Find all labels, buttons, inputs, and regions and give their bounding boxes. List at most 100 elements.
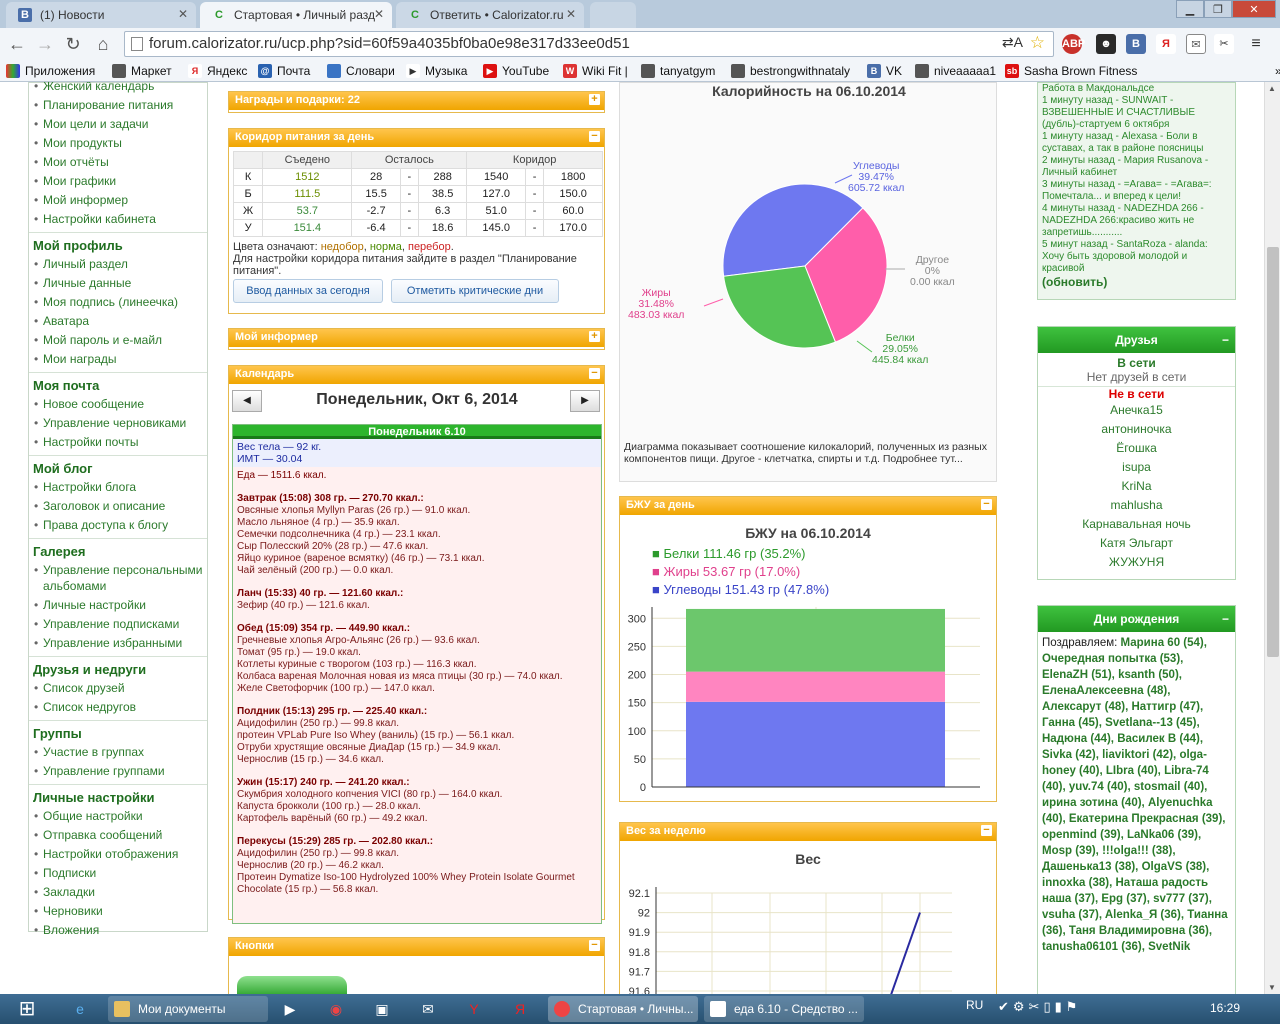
expand-icon[interactable]: + — [589, 94, 600, 105]
nav-send-messages[interactable]: Отправка сообщений — [29, 826, 207, 845]
taskbar-snipping[interactable]: еда 6.10 - Средство ... — [704, 996, 864, 1022]
meal-item[interactable]: Ацидофилин (250 гр.) — 99.8 ккал. — [233, 848, 601, 860]
bookmark-bestrongwithnataly[interactable]: bestrongwithnataly — [731, 62, 850, 80]
nav-favorites-manage[interactable]: Управление избранными — [29, 634, 207, 653]
birthday-user[interactable]: Марина 60 (54), — [1121, 637, 1207, 649]
friend-link[interactable]: ЖУЖУНЯ — [1038, 553, 1235, 572]
scroll-thumb[interactable] — [1267, 247, 1279, 657]
birthday-user[interactable]: vsuha (37), — [1042, 909, 1105, 921]
nav-personal-data[interactable]: Личные данные — [29, 274, 207, 293]
birthday-user[interactable]: Таня Владимировна (36), — [1069, 925, 1212, 937]
meal-header[interactable]: Ланч (15:33) 40 гр. — 121.60 ккал.: — [233, 588, 601, 600]
meal-header[interactable]: Полдник (15:13) 295 гр. — 225.40 ккал.: — [233, 706, 601, 718]
birthday-user[interactable]: LIbra (40), — [1106, 765, 1164, 777]
birthday-user[interactable]: Дашенька13 (38), — [1042, 861, 1142, 873]
nav-albums[interactable]: Управление персональными альбомами — [29, 561, 207, 596]
meal-item[interactable]: Протеин Dymatize Iso-100 Hydrolyzed 100%… — [233, 872, 601, 896]
yandex-icon[interactable]: Я — [1156, 34, 1176, 54]
meal-item[interactable]: протеин VPLab Pure Iso Whey (ваниль) (15… — [233, 730, 601, 742]
birthday-user[interactable]: tanusha06101 (36), — [1042, 941, 1148, 953]
extension-icon[interactable]: ☻ — [1096, 34, 1116, 54]
taskbar-chrome[interactable]: Стартовая • Личны... — [548, 996, 698, 1022]
tray-icons[interactable]: ✔⚙✂▯▮⚑ — [998, 999, 1081, 1015]
nav-blog-settings[interactable]: Настройки блога — [29, 478, 207, 497]
nav-avatar[interactable]: Аватара — [29, 312, 207, 331]
activity-item[interactable]: 1 минуту назад - SUNWAIT - ВЗВЕШЕННЫЕ И … — [1042, 95, 1231, 131]
nav-blog-title[interactable]: Заголовок и описание — [29, 497, 207, 516]
nav-my-goals[interactable]: Мои цели и задачи — [29, 115, 207, 134]
start-button[interactable]: ⊞ — [4, 996, 50, 1022]
menu-icon[interactable]: ≡ — [1246, 34, 1266, 54]
nav-blog-access[interactable]: Права доступа к блогу — [29, 516, 207, 535]
ie-icon[interactable]: e — [60, 996, 100, 1022]
nav-new-message[interactable]: Новое сообщение — [29, 395, 207, 414]
friend-link[interactable]: Катя Эльгарт — [1038, 534, 1235, 553]
meal-item[interactable]: Зефир (40 гр.) — 121.6 ккал. — [233, 600, 601, 612]
birthday-user[interactable]: Epg (37), — [1101, 893, 1153, 905]
media-icon[interactable]: ▶ — [270, 996, 310, 1022]
birthday-user[interactable]: Sivka (42), — [1042, 749, 1102, 761]
bookmark-niveaaaaa1[interactable]: niveaaaaa1 — [915, 62, 996, 80]
meal-header[interactable]: Перекусы (15:29) 285 гр. — 202.80 ккал.: — [233, 836, 601, 848]
bookmark-apps[interactable]: Приложения — [6, 62, 95, 80]
vertical-scrollbar[interactable]: ▲ ▼ — [1264, 82, 1280, 994]
meal-item[interactable]: Отруби хрустящие овсяные ДиаДар (15 гр.)… — [233, 742, 601, 754]
meal-item[interactable]: Чернослив (15 гр.) — 34.6 ккал. — [233, 754, 601, 766]
close-tab-icon[interactable]: ✕ — [374, 7, 384, 21]
tab-reply-calorizator[interactable]: C Ответить • Calorizator.ru ✕ — [396, 2, 584, 28]
birthday-user[interactable]: Надюна (44), — [1042, 733, 1117, 745]
birthday-user[interactable]: ЕленаАлексеевна (48), — [1042, 685, 1170, 697]
taskbar-docs[interactable]: Мои документы — [108, 996, 268, 1022]
meal-item[interactable]: Колбаса вареная Молочная новая из мяса п… — [233, 671, 601, 683]
meal-item[interactable]: Сыр Полесский 20% (28 гр.) — 47.6 ккал. — [233, 541, 601, 553]
bookmark-youtube[interactable]: ▶ YouTube — [483, 62, 549, 80]
back-icon[interactable]: ← — [6, 33, 28, 55]
nav-mail-settings[interactable]: Настройки почты — [29, 433, 207, 452]
weight-info[interactable]: Вес тела — 92 кг. ИМТ — 30.04 — [233, 439, 601, 467]
tab-active-calorizator[interactable]: C Стартовая • Личный разд ✕ — [200, 2, 392, 28]
meal-item[interactable]: Гречневые хлопья Агро-Альянс (26 гр.) — … — [233, 635, 601, 647]
bookmark-vk[interactable]: B VK — [867, 62, 902, 80]
nav-foes-list[interactable]: Список недругов — [29, 698, 207, 717]
chrome-icon[interactable]: ◉ — [316, 996, 356, 1022]
nav-attachments[interactable]: Вложения — [29, 921, 207, 940]
expand-icon[interactable]: + — [589, 331, 600, 342]
birthday-user[interactable]: Василек В (44), — [1117, 733, 1203, 745]
activity-item[interactable]: 4 минуты назад - NADEZHDA 266 - NADEZHDA… — [1042, 203, 1231, 239]
meal-item[interactable]: Масло льняное (4 гр.) — 35.9 ккал. — [233, 517, 601, 529]
next-day-button[interactable]: ▶ — [570, 390, 600, 412]
scroll-up-icon[interactable]: ▲ — [1268, 84, 1276, 93]
bookmark-music[interactable]: ▶ Музыка — [406, 62, 467, 80]
meal-item[interactable]: Котлеты куриные с творогом (103 гр.) — 1… — [233, 659, 601, 671]
activity-item[interactable]: 3 минуты назад - =Агава= - =Агава=: Поме… — [1042, 179, 1231, 203]
food-total[interactable]: Еда — 1511.6 ккал. — [233, 470, 601, 482]
scroll-down-icon[interactable]: ▼ — [1268, 983, 1276, 992]
friend-link[interactable]: Карнавальная ночь — [1038, 515, 1235, 534]
pie-note[interactable]: Диаграмма показывает соотношение килокал… — [624, 441, 994, 465]
birthday-user[interactable]: Наттигр (47), — [1131, 701, 1203, 713]
nav-my-reports[interactable]: Мои отчёты — [29, 153, 207, 172]
nav-my-informer[interactable]: Мой информер — [29, 191, 207, 210]
new-tab-button[interactable] — [590, 2, 636, 28]
collapse-icon[interactable]: − — [981, 825, 992, 836]
bookmark-star-icon[interactable]: ☆ — [1030, 33, 1045, 53]
yandex-browser-icon[interactable]: Я — [500, 996, 540, 1022]
meal-item[interactable]: Картофель варёный (60 гр.) — 49.2 ккал. — [233, 813, 601, 825]
app-icon[interactable]: ▣ — [362, 996, 402, 1022]
collapse-icon[interactable]: − — [589, 940, 600, 951]
collapse-icon[interactable]: − — [1222, 327, 1229, 353]
tab-vk-news[interactable]: B (1) Новости ✕ — [6, 2, 196, 28]
bookmark-sashabrown[interactable]: sb Sasha Brown Fitness — [1005, 62, 1137, 80]
meal-item[interactable]: Чай зелёный (200 гр.) — 0.0 ккал. — [233, 565, 601, 577]
bookmarks-more-icon[interactable]: » — [1256, 62, 1280, 80]
close-window-button[interactable]: ✕ — [1232, 0, 1276, 18]
activity-item[interactable]: 5 минут назад - SantaRoza - alanda: Хочу… — [1042, 239, 1231, 275]
language-indicator[interactable]: RU — [966, 998, 983, 1012]
birthday-user[interactable]: openmind (39), — [1042, 829, 1127, 841]
nav-my-products[interactable]: Мои продукты — [29, 134, 207, 153]
birthday-user[interactable]: Екатерина Прекрасная (39), — [1069, 813, 1226, 825]
birthday-user[interactable]: yuv.74 (40), — [1069, 781, 1134, 793]
nav-section-friends[interactable]: Друзья и недруги — [29, 660, 207, 679]
friend-link[interactable]: Ёгошка — [1038, 439, 1235, 458]
meal-item[interactable]: Капуста брокколи (100 гр.) — 28.0 ккал. — [233, 801, 601, 813]
